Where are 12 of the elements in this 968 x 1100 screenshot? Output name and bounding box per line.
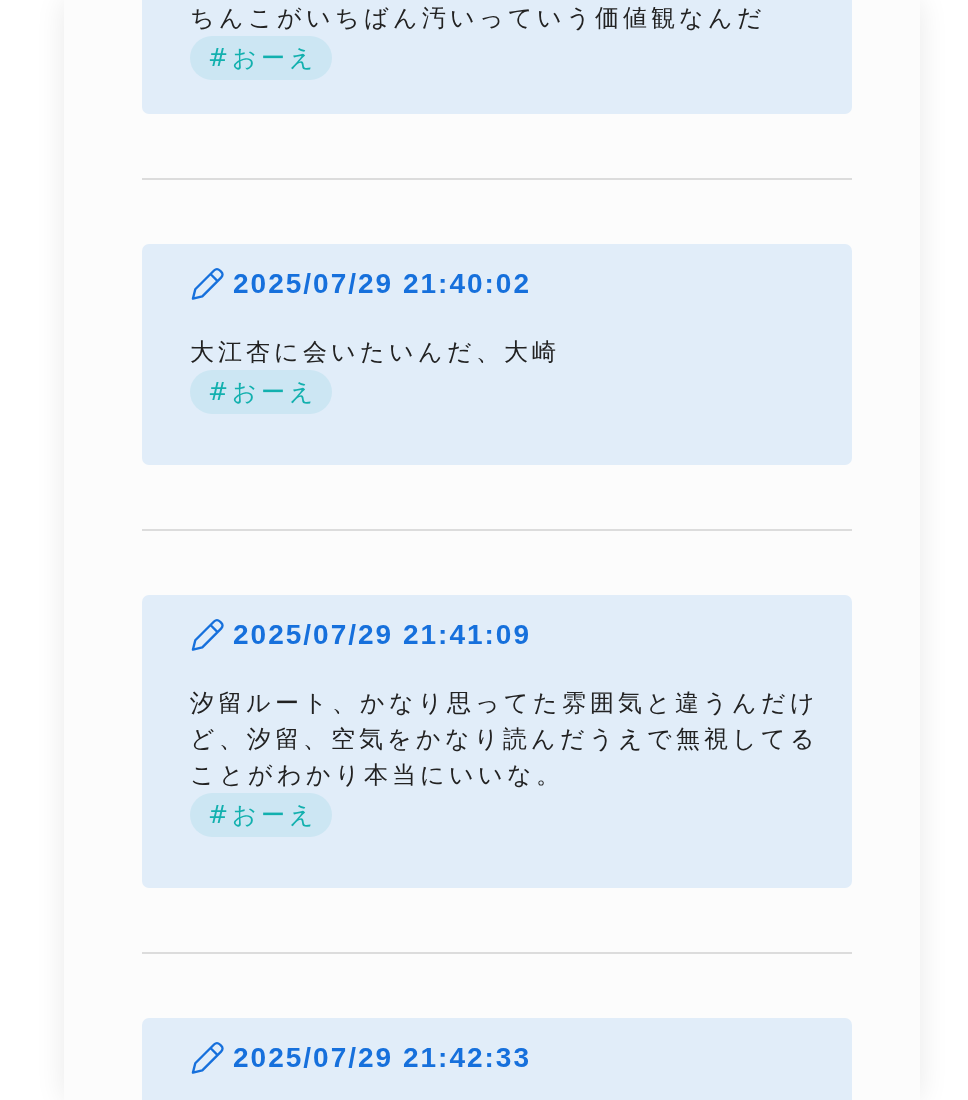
post-timestamp: 2025/07/29 21:42:33 [233,1041,531,1075]
pencil-icon [190,618,224,652]
post-timestamp: 2025/07/29 21:41:09 [233,618,531,652]
post-text: 大江杏に会いたいんだ、大崎 [190,337,561,368]
pencil-icon [190,267,224,301]
hashtag-link[interactable]: #おーえ [190,370,333,414]
post-text: ちんこがいちばん汚いっていう価値観なんだ [190,3,767,34]
pencil-icon [190,1041,224,1075]
post-text: 汐留ルート、かなり思ってた雰囲気と違うんだけど、汐留、空気をかなり読んだうえで無視してることがわかり本当にいいな。 [190,688,820,791]
post-timestamp: 2025/07/29 21:40:02 [233,267,531,301]
hashtag-link[interactable]: #おーえ [190,793,333,837]
hashtag-link[interactable]: #おーえ [190,36,333,80]
